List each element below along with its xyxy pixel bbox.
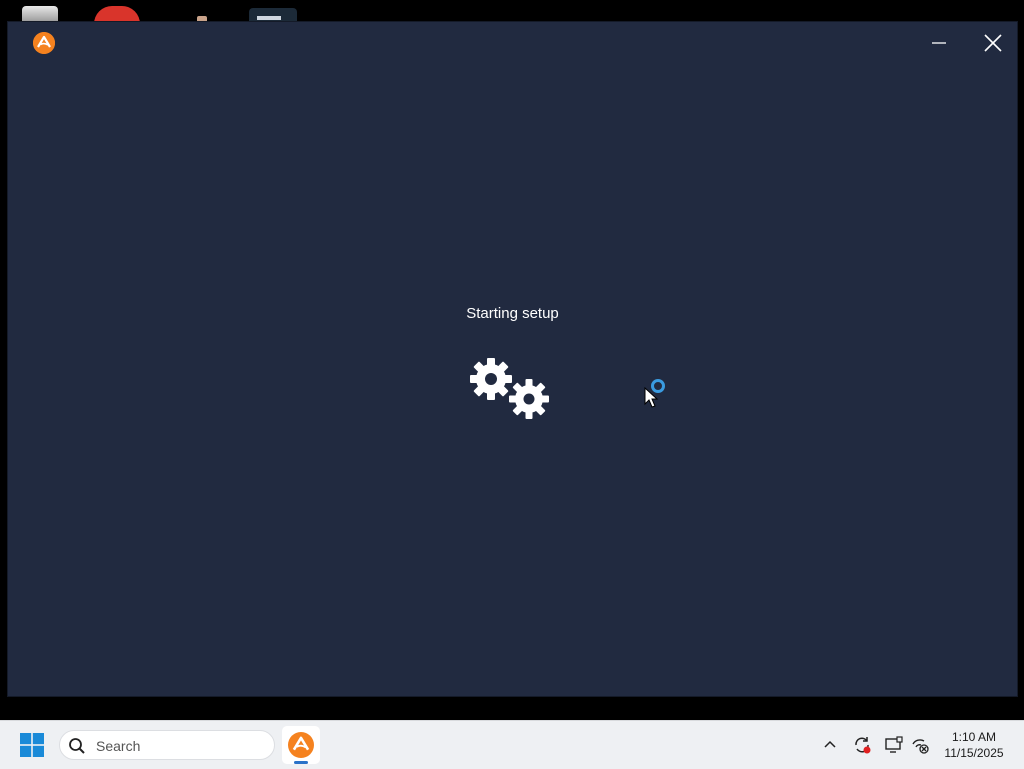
close-icon [984,34,1002,52]
running-indicator [294,761,308,764]
search-icon [69,738,85,754]
display-icon [885,736,903,753]
taskbar-app-installer[interactable] [282,726,320,764]
show-hidden-icons-button[interactable] [819,734,841,756]
app-logo-icon [33,32,55,54]
sync-icon [855,737,871,754]
installer-app-icon [288,732,314,758]
windows-logo-icon [20,733,44,757]
tray-display-button[interactable] [883,734,905,756]
installer-window: Starting setup [8,22,1017,696]
clock-time: 1:10 AM [951,730,997,744]
tray-sync-button[interactable] [851,734,873,756]
desktop-icon[interactable] [249,8,297,22]
system-clock[interactable]: 1:10 AM 11/15/2025 [936,729,1012,761]
busy-cursor-icon [644,379,665,408]
desktop-icon-recycle-bin[interactable] [22,6,58,22]
clock-date: 11/15/2025 [944,746,1004,760]
status-text: Starting setup [466,305,559,322]
start-button[interactable] [14,730,50,760]
gears-icon [470,358,549,419]
tray-network-button[interactable] [909,734,931,756]
minimize-button[interactable] [919,30,959,56]
search-input[interactable] [94,736,268,756]
chevron-up-icon [824,740,836,748]
minimize-icon [932,42,946,44]
taskbar-search-box[interactable] [59,730,275,760]
close-button[interactable] [973,30,1013,56]
network-icon [912,739,929,754]
taskbar: 1:10 AM 11/15/2025 [0,720,1024,769]
